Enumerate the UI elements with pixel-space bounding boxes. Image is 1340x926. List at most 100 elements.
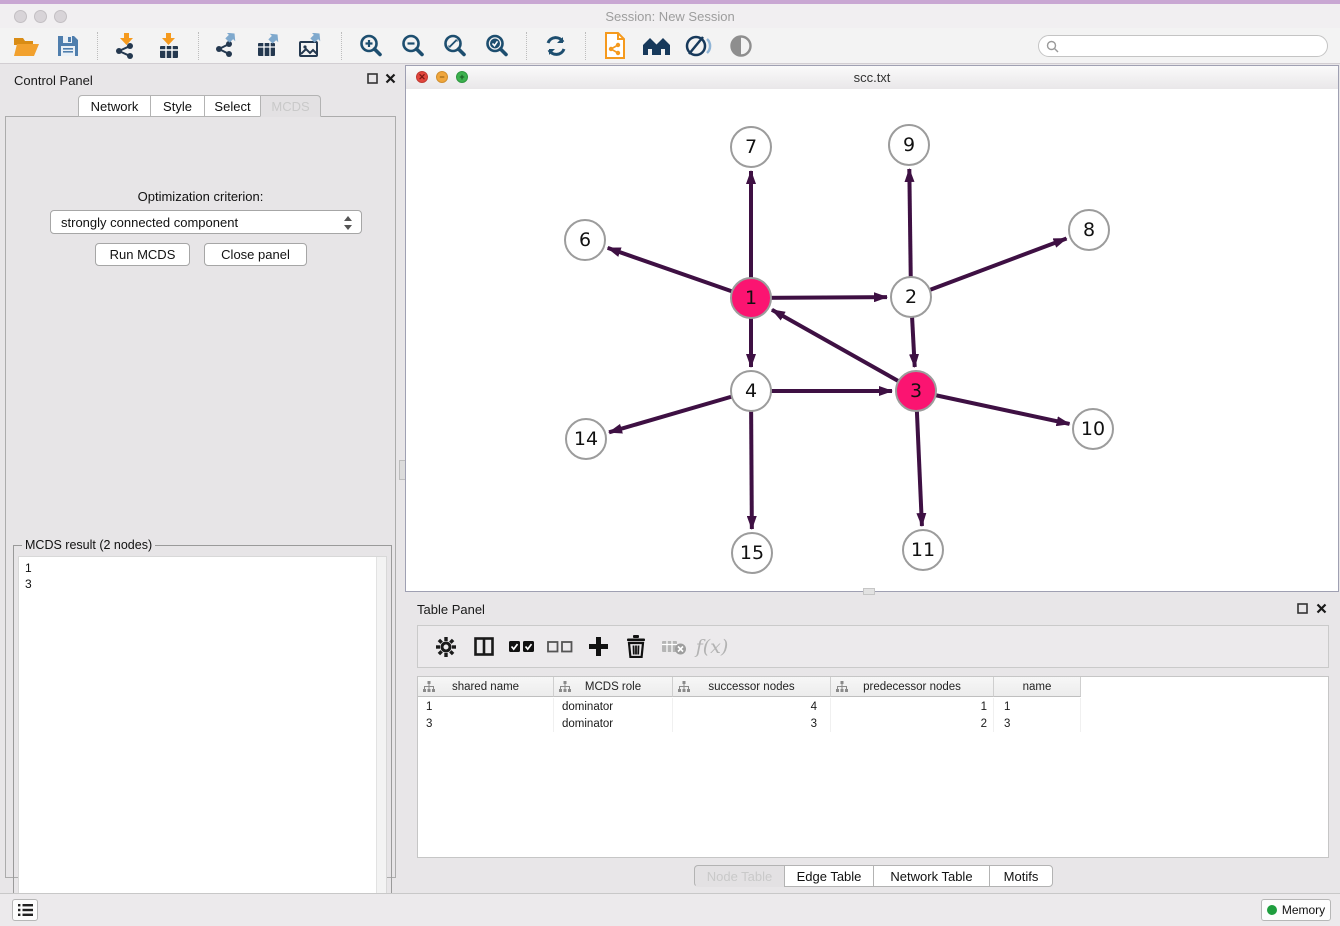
export-network-icon[interactable] [211, 30, 245, 62]
cell-predecessor-nodes[interactable]: 1 [831, 698, 994, 715]
import-table-icon[interactable] [152, 30, 186, 62]
column-header-name[interactable]: name [994, 677, 1081, 697]
tab-mcds[interactable]: MCDS [260, 95, 321, 117]
delete-columns-icon[interactable] [618, 629, 654, 665]
window-title: Session: New Session [0, 9, 1340, 24]
tab-node-table[interactable]: Node Table [694, 865, 785, 887]
control-panel-title: Control Panel [14, 73, 93, 88]
graph-edge-4-14[interactable] [609, 391, 751, 432]
graph-node-9[interactable]: 9 [888, 124, 930, 166]
cell-shared-name[interactable]: 3 [418, 715, 554, 732]
export-table-icon[interactable] [253, 30, 287, 62]
select-chevrons-icon [344, 215, 353, 231]
mcds-result-title: MCDS result (2 nodes) [22, 538, 155, 552]
tab-style[interactable]: Style [150, 95, 205, 117]
graph-edge-3-10[interactable] [916, 391, 1070, 424]
table-toolbar: f(x) [417, 625, 1329, 668]
cell-MCDS-role[interactable]: dominator [554, 698, 673, 715]
toggle-style-icon[interactable] [682, 30, 716, 62]
status-bar: Memory [0, 893, 1340, 926]
cell-name[interactable]: 3 [994, 715, 1081, 732]
graph-node-8[interactable]: 8 [1068, 209, 1110, 251]
open-session-icon[interactable] [9, 30, 43, 62]
main-toolbar [0, 28, 1340, 64]
save-session-icon[interactable] [51, 30, 85, 62]
delete-table-icon[interactable] [656, 629, 692, 665]
graph-node-11[interactable]: 11 [902, 529, 944, 571]
tab-select[interactable]: Select [204, 95, 261, 117]
table-row-2[interactable]: 3dominator323 [418, 715, 1081, 732]
memory-button[interactable]: Memory [1261, 899, 1331, 921]
cell-successor-nodes[interactable]: 4 [673, 698, 831, 715]
result-line: 3 [25, 576, 32, 592]
graph-node-10[interactable]: 10 [1072, 408, 1114, 450]
table-options-icon[interactable] [428, 629, 464, 665]
close-panel-button[interactable]: Close panel [204, 243, 307, 266]
cell-predecessor-nodes[interactable]: 2 [831, 715, 994, 732]
graph-node-4[interactable]: 4 [730, 370, 772, 412]
export-image-icon[interactable] [295, 30, 329, 62]
table-row-1[interactable]: 1dominator411 [418, 698, 1081, 715]
show-columns-icon[interactable] [466, 629, 502, 665]
zoom-in-icon[interactable] [354, 30, 388, 62]
application-window: Session: New Session [0, 0, 1340, 926]
graph-node-15[interactable]: 15 [731, 532, 773, 574]
show-home-icon[interactable] [640, 30, 674, 62]
cell-successor-nodes[interactable]: 3 [673, 715, 831, 732]
criterion-select[interactable]: strongly connected component [50, 210, 362, 234]
graph-node-6[interactable]: 6 [564, 219, 606, 261]
zoom-selected-icon[interactable] [480, 30, 514, 62]
search-box[interactable] [1038, 35, 1328, 57]
graph-node-3[interactable]: 3 [895, 370, 937, 412]
horizontal-splitter-handle[interactable] [863, 588, 875, 595]
run-mcds-button[interactable]: Run MCDS [95, 243, 190, 266]
graph-node-1[interactable]: 1 [730, 277, 772, 319]
cell-MCDS-role[interactable]: dominator [554, 715, 673, 732]
search-input[interactable] [1063, 37, 1327, 55]
apply-layout-icon[interactable] [539, 30, 573, 62]
toolbar-separator [198, 32, 199, 60]
function-builder-icon[interactable]: f(x) [694, 629, 730, 665]
toolbar-separator [341, 32, 342, 60]
graph-node-7[interactable]: 7 [730, 126, 772, 168]
graph-edge-1-6[interactable] [608, 248, 751, 298]
zoom-fit-icon[interactable] [438, 30, 472, 62]
task-history-button[interactable] [12, 899, 38, 921]
tab-motifs[interactable]: Motifs [989, 865, 1053, 887]
graph-edge-3-1[interactable] [772, 310, 916, 391]
create-column-icon[interactable] [580, 629, 616, 665]
clone-network-icon[interactable] [598, 30, 632, 62]
table-panel-title: Table Panel [417, 602, 485, 617]
control-panel-tabs: Network Style Select MCDS [78, 95, 321, 117]
unselect-all-columns-icon[interactable] [542, 629, 578, 665]
mcds-result-textarea[interactable]: 13 [18, 556, 387, 925]
tab-edge-table[interactable]: Edge Table [784, 865, 874, 887]
column-header-successor-nodes[interactable]: successor nodes [673, 677, 831, 697]
close-panel-icon[interactable] [385, 73, 396, 84]
zoom-out-icon[interactable] [396, 30, 430, 62]
float-panel-icon[interactable] [367, 73, 378, 84]
graph-edge-2-8[interactable] [911, 238, 1067, 297]
graph-node-14[interactable]: 14 [565, 418, 607, 460]
column-header-predecessor-nodes[interactable]: predecessor nodes [831, 677, 994, 697]
graph-node-2[interactable]: 2 [890, 276, 932, 318]
cell-name[interactable]: 1 [994, 698, 1081, 715]
cell-shared-name[interactable]: 1 [418, 698, 554, 715]
network-window-titlebar[interactable]: ✕ − + scc.txt [406, 66, 1338, 90]
column-header-MCDS-role[interactable]: MCDS role [554, 677, 673, 697]
result-scrollbar[interactable] [376, 557, 386, 924]
float-table-panel-icon[interactable] [1297, 603, 1308, 614]
network-canvas[interactable]: 7961284314101511 [406, 89, 1338, 591]
tab-network-table[interactable]: Network Table [873, 865, 990, 887]
column-type-icon [559, 681, 571, 693]
column-header-shared-name[interactable]: shared name [418, 677, 554, 697]
result-line: 1 [25, 560, 32, 576]
fx-label: f(x) [696, 636, 729, 658]
select-all-columns-icon[interactable] [504, 629, 540, 665]
import-network-icon[interactable] [110, 30, 144, 62]
toolbar-separator [97, 32, 98, 60]
tab-network[interactable]: Network [78, 95, 151, 117]
close-table-panel-icon[interactable] [1316, 603, 1327, 614]
table-panel: Table Panel [405, 595, 1340, 890]
show-hide-icon[interactable] [724, 30, 758, 62]
